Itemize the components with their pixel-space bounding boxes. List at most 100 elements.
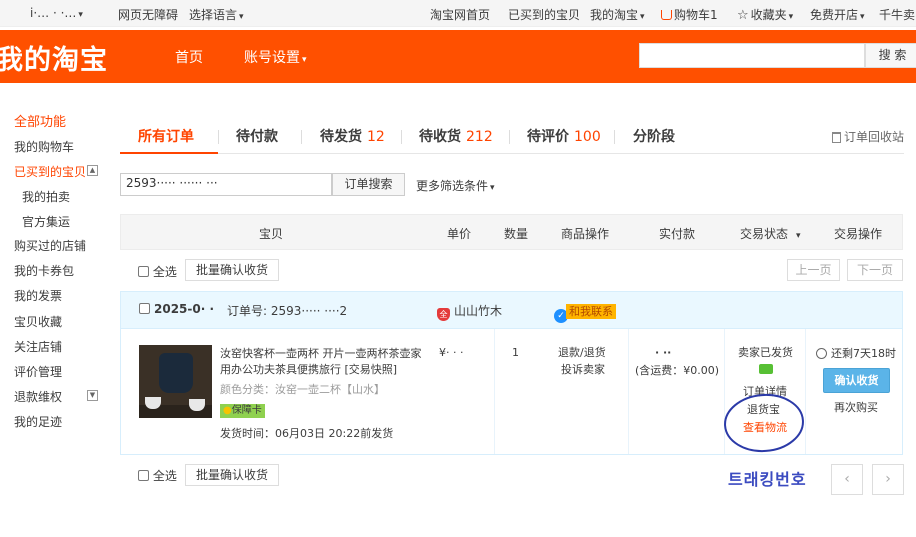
chevron-down-icon: ▾ — [490, 183, 495, 193]
tab-divider — [401, 130, 402, 144]
sidebar-item-shops-bought[interactable]: 购买过的店铺 — [14, 237, 86, 254]
taobao-home-link[interactable]: 淘宝网首页 — [430, 6, 490, 23]
cell-divider — [494, 329, 495, 454]
countdown-label: 还剩7天18时 — [831, 347, 896, 360]
open-store-link[interactable]: 免费开店 ▾ — [810, 6, 865, 23]
prev-page-arrow-icon[interactable]: ‹ — [831, 464, 863, 495]
message-icon[interactable] — [759, 364, 773, 374]
select-all-checkbox[interactable] — [138, 470, 149, 481]
select-all-top[interactable]: 全选 — [138, 263, 177, 280]
tab-to-ship[interactable]: 待发货 12 — [320, 126, 385, 146]
guarantee-badge[interactable]: ●保障卡 — [220, 404, 265, 418]
sidebar-item-consolidation[interactable]: 官方集运 — [22, 213, 70, 230]
prev-page-button[interactable]: 上一页 — [787, 259, 840, 281]
shop-icon: 全 — [437, 308, 450, 321]
view-logistics-link[interactable]: 查看物流 — [743, 419, 787, 435]
shop-link[interactable]: 全山山竹木 — [437, 302, 502, 321]
tab-all-orders[interactable]: 所有订单 — [138, 126, 194, 146]
collapse-icon[interactable]: ▲ — [87, 165, 98, 176]
nav-home[interactable]: 首页 — [175, 47, 203, 67]
order-detail-link[interactable]: 订单详情 — [743, 383, 787, 399]
tab-divider — [509, 130, 510, 144]
return-insurance-link[interactable]: 退货宝 — [747, 401, 780, 417]
tab-divider — [614, 130, 615, 144]
next-page-button[interactable]: 下一页 — [847, 259, 903, 281]
confirm-receipt-button[interactable]: 确认收货 — [823, 368, 890, 393]
my-taobao-logo[interactable]: 我的淘宝 — [0, 38, 108, 77]
column-header: 数量 — [504, 227, 529, 241]
tab-to-review-count: 100 — [574, 129, 601, 145]
item-title-link[interactable]: 汝窑快客杯一壶两杯 开片一壶两杯茶壶家用办公功夫茶具便携旅行 [交易快照] — [220, 346, 422, 378]
cell-divider — [724, 329, 725, 454]
postage-note: (含运费：¥0.00) — [635, 364, 720, 377]
qianniu-link[interactable]: 千牛卖 — [879, 6, 915, 23]
expand-icon[interactable]: ▼ — [87, 390, 98, 401]
quantity: 1 — [512, 346, 519, 359]
site-search-button[interactable]: 搜 索 — [865, 43, 916, 68]
tab-to-receive[interactable]: 待收货 212 — [419, 126, 493, 146]
tab-to-ship-count: 12 — [367, 129, 385, 145]
sidebar-item-bought[interactable]: 已买到的宝贝 — [14, 163, 86, 180]
order-search-input[interactable]: 2593····· ······ ··· — [120, 173, 332, 196]
my-taobao-link[interactable]: 我的淘宝 ▾ — [590, 6, 645, 23]
sidebar-item-all-features[interactable]: 全部功能 — [14, 111, 66, 130]
next-page-arrow-icon[interactable]: › — [872, 464, 904, 495]
tab-to-review[interactable]: 待评价 100 — [527, 126, 601, 146]
cart-icon — [661, 10, 672, 20]
sidebar-item-footprints[interactable]: 我的足迹 — [14, 413, 62, 430]
item-thumbnail[interactable] — [139, 345, 212, 418]
item-spec: 颜色分类：汝窑一壶二杯【山水】 — [220, 383, 385, 396]
order-recycle-bin-link[interactable]: 订单回收站 — [831, 128, 904, 145]
site-search-input[interactable] — [639, 43, 865, 68]
more-filters-label: 更多筛选条件 — [416, 179, 489, 193]
cup-image — [145, 397, 161, 409]
order-search-button[interactable]: 订单搜索 — [332, 173, 405, 196]
trade-status-filter[interactable]: 交易状态 ▾ — [740, 225, 801, 242]
order-number: 订单号: 2593····· ····2 — [227, 304, 348, 318]
sidebar-item-favorites[interactable]: 宝贝收藏 — [14, 313, 62, 330]
main-header: 我的淘宝 首页 账号设置 ▾ 搜 索 — [0, 30, 916, 83]
teapot-image — [159, 353, 193, 393]
order-date: 2025-0· · — [154, 302, 215, 316]
user-name: i·… · ·… — [30, 6, 77, 20]
sidebar-item-reviews[interactable]: 评价管理 — [14, 363, 62, 380]
open-store-label: 免费开店 — [810, 8, 859, 22]
bought-items-link[interactable]: 已买到的宝贝 — [508, 6, 580, 23]
sidebar-item-refunds[interactable]: 退款维权 — [14, 388, 62, 405]
tab-unpaid[interactable]: 待付款 — [236, 126, 278, 146]
select-all-bottom[interactable]: 全选 — [138, 467, 177, 484]
order-checkbox-wrap[interactable] — [139, 302, 150, 316]
tab-to-review-label: 待评价 — [527, 129, 569, 145]
favorites-label: 收藏夹 — [750, 8, 787, 22]
active-tab-indicator — [120, 152, 218, 154]
buy-again-link[interactable]: 再次购买 — [834, 399, 878, 415]
cart-link[interactable]: 购物车1 — [661, 6, 718, 23]
tab-divider — [301, 130, 302, 144]
column-header: 宝贝 — [259, 227, 284, 241]
complain-seller-link[interactable]: 投诉卖家 — [561, 361, 605, 377]
batch-confirm-button[interactable]: 批量确认收货 — [185, 259, 280, 281]
ship-time: 发货时间：06月03日 20:22前发货 — [220, 427, 394, 440]
order-checkbox[interactable] — [139, 303, 150, 314]
refund-link[interactable]: 退款/退货 — [558, 344, 606, 360]
sidebar-item-followed-shops[interactable]: 关注店铺 — [14, 338, 62, 355]
batch-confirm-button[interactable]: 批量确认收货 — [185, 464, 280, 486]
nav-account-settings[interactable]: 账号设置 ▾ — [244, 47, 307, 67]
more-filters-toggle[interactable]: 更多筛选条件 ▾ — [416, 177, 495, 194]
column-header: 实付款 — [659, 227, 696, 241]
top-bar: i·… · ·… ▾ 网页无障碍 选择语言 ▾ 淘宝网首页 已买到的宝贝 我的淘宝 ▾… — [0, 0, 916, 27]
sidebar-item-coupons[interactable]: 我的卡券包 — [14, 262, 74, 279]
favorites-link[interactable]: ☆ 收藏夹 ▾ — [737, 6, 793, 23]
clock-icon — [816, 348, 827, 359]
sidebar-item-auction[interactable]: 我的拍卖 — [22, 188, 70, 205]
tab-installment[interactable]: 分阶段 — [633, 126, 675, 146]
select-all-checkbox[interactable] — [138, 266, 149, 277]
sidebar-item-cart[interactable]: 我的购物车 — [14, 138, 74, 155]
language-select[interactable]: 选择语言 ▾ — [189, 6, 244, 23]
accessibility-link[interactable]: 网页无障碍 — [118, 6, 178, 23]
contact-seller-button[interactable]: ✓ 和我联系 — [554, 303, 616, 323]
sidebar-item-invoices[interactable]: 我的发票 — [14, 287, 62, 304]
countdown: 还剩7天18时 — [816, 345, 896, 361]
shop-name: 山山竹木 — [454, 304, 503, 318]
user-link[interactable]: i·… · ·… ▾ — [30, 6, 83, 20]
